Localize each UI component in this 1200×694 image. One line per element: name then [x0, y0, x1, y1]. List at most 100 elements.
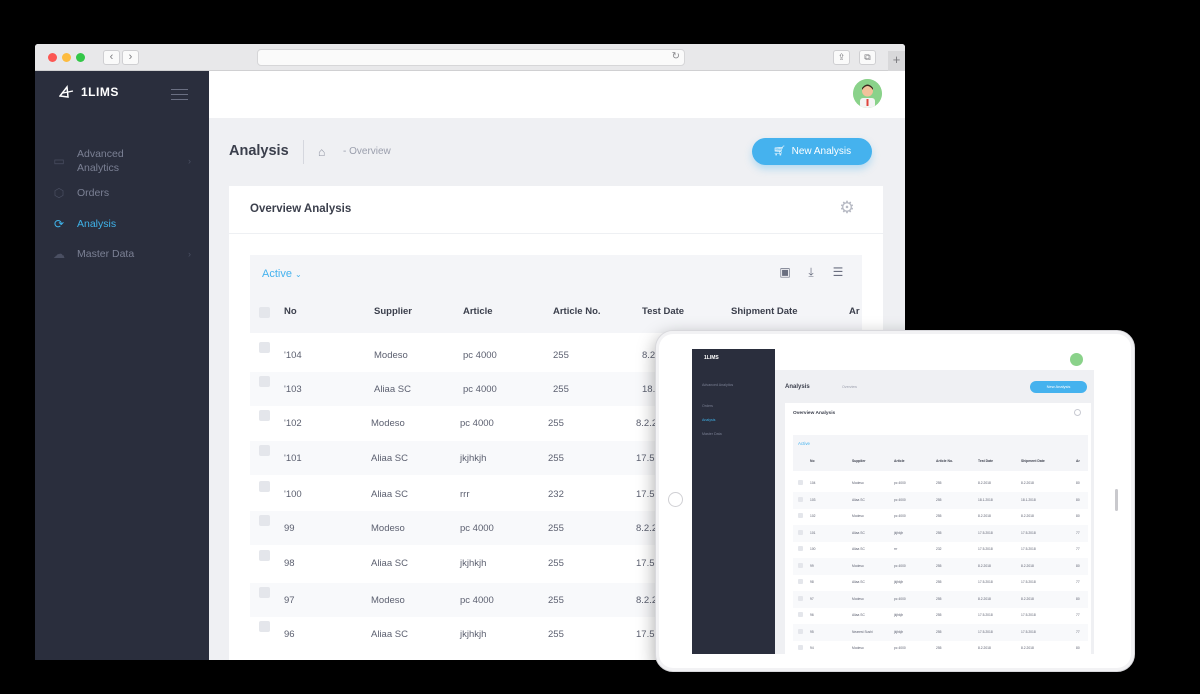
tablet-filter-dropdown[interactable]: Active — [798, 441, 810, 446]
table-row[interactable]: 95 Nearest Sushi jkjhkjh 255 17.5.2018 17.5.2… — [793, 623, 1088, 641]
row-checkbox[interactable] — [259, 481, 270, 492]
table-row[interactable]: 104 Modeso pc 4000 255 8.2.2018 8.2.2018 80 — [793, 475, 1088, 492]
tablet-sidebar-item[interactable]: Master Data — [702, 432, 722, 436]
table-cell: Modeso — [374, 350, 408, 361]
column-header[interactable]: Ar — [849, 306, 860, 317]
app-logo[interactable]: 1LIMS — [59, 85, 119, 99]
tablet-home-button[interactable] — [668, 492, 683, 507]
tablet-top-bar — [775, 349, 1094, 370]
table-row[interactable]: 102 Modeso pc 4000 255 8.2.2018 8.2.2018 80 — [793, 508, 1088, 525]
gear-icon[interactable] — [1074, 409, 1081, 416]
reload-icon[interactable]: ↻ — [672, 51, 680, 62]
row-checkbox[interactable] — [798, 529, 803, 535]
table-cell: pc 4000 — [894, 563, 906, 568]
row-checkbox[interactable] — [798, 562, 803, 568]
table-row[interactable]: 100 Aliaa SC rrr 232 17.5.2018 17.5.2018 77 — [793, 541, 1088, 558]
maximize-window-button[interactable] — [76, 53, 85, 62]
row-checkbox[interactable] — [798, 546, 803, 551]
row-checkbox[interactable] — [259, 621, 270, 632]
row-checkbox[interactable] — [259, 342, 270, 353]
tablet-sidebar-item[interactable]: Orders — [702, 404, 713, 408]
row-checkbox[interactable] — [798, 480, 803, 485]
avatar[interactable] — [1070, 353, 1083, 366]
table-cell: pc 4000 — [894, 646, 906, 650]
column-header[interactable]: Article No. — [936, 459, 953, 463]
row-checkbox[interactable] — [259, 550, 270, 561]
table-cell: Aliaa SC — [371, 453, 408, 464]
table-row[interactable]: 103 Aliaa SC pc 4000 255 18.1.2018 18.1.2018 8… — [793, 491, 1088, 509]
menu-toggle-icon[interactable] — [171, 89, 188, 104]
tabs-icon[interactable]: ⧉ — [859, 50, 876, 65]
filter-dropdown[interactable]: Active ⌄ — [262, 268, 302, 280]
table-cell: Aliaa SC — [371, 558, 408, 569]
table-cell: 17.5.2018 — [978, 629, 993, 634]
column-header[interactable]: Test Date — [642, 306, 684, 317]
browser-toolbar: ‹ › ↻ ⇪ ⧉ + — [35, 44, 905, 71]
column-header[interactable]: Supplier — [374, 306, 412, 317]
column-header[interactable]: No — [810, 459, 815, 463]
tablet-side-button — [1115, 489, 1118, 511]
table-cell: pc 4000 — [463, 350, 497, 361]
table-cell: 8.2.2 — [636, 595, 658, 606]
sidebar-item-master-data[interactable]: ☁ Master Data › — [51, 246, 191, 262]
row-checkbox[interactable] — [798, 628, 803, 634]
sidebar-item-orders[interactable]: ⬡ Orders — [51, 185, 191, 201]
new-tab-button[interactable]: + — [888, 51, 905, 71]
row-checkbox[interactable] — [259, 410, 270, 421]
column-header[interactable]: Test Date — [978, 459, 993, 463]
table-cell: 104 — [810, 481, 816, 485]
column-header[interactable]: Shipment Date — [1021, 459, 1045, 463]
row-checkbox[interactable] — [798, 612, 803, 617]
row-checkbox[interactable] — [798, 645, 803, 650]
table-row[interactable]: 96 Aliaa SC jkjhkjh 255 17.5.2018 17.5.2018 77 — [793, 607, 1088, 624]
column-header[interactable]: Article — [463, 306, 493, 317]
tablet-new-analysis-button[interactable]: New Analysis — [1030, 381, 1087, 393]
download-icon[interactable]: ⤓ — [803, 265, 819, 280]
table-row[interactable]: 101 Aliaa SC jkjhkjh 255 17.5.2018 17.5.2018 7… — [793, 524, 1088, 542]
minimize-window-button[interactable] — [62, 53, 71, 62]
column-header[interactable]: Supplier — [852, 459, 866, 463]
column-header[interactable]: Ar — [1076, 459, 1080, 463]
filter-settings-icon[interactable]: ☰ — [830, 265, 846, 279]
back-button[interactable]: ‹ — [103, 50, 120, 65]
gear-icon[interactable]: ⚙ — [837, 198, 857, 218]
column-header[interactable]: Article No. — [553, 306, 601, 317]
sidebar-item-advanced-analytics[interactable]: ▭ Advanced Analytics › — [51, 147, 191, 175]
address-bar[interactable]: ↻ — [257, 49, 685, 66]
table-row[interactable]: 99 Modeso pc 4000 255 8.2.2018 8.2.2018 80 — [793, 557, 1088, 575]
table-cell: 97 — [284, 595, 295, 606]
row-checkbox[interactable] — [259, 515, 270, 526]
sidebar-item-label: Analysis — [77, 218, 117, 230]
home-icon[interactable]: ⌂ — [318, 145, 325, 159]
table-row[interactable]: 94 Modeso pc 4000 255 8.2.2018 8.2.2018 80 — [793, 640, 1088, 654]
row-checkbox[interactable] — [798, 579, 803, 584]
close-window-button[interactable] — [48, 53, 57, 62]
column-header[interactable]: Shipment Date — [731, 306, 798, 317]
table-cell: jkjhkjh — [460, 558, 487, 569]
row-checkbox[interactable] — [259, 376, 270, 387]
row-checkbox[interactable] — [798, 595, 803, 601]
row-checkbox[interactable] — [259, 445, 270, 456]
row-checkbox[interactable] — [798, 496, 803, 502]
table-cell: Nearest Sushi — [852, 629, 873, 634]
forward-button[interactable]: › — [122, 50, 139, 65]
sidebar-item-analysis[interactable]: ⟳ Analysis — [51, 216, 191, 232]
table-cell: 77 — [1076, 629, 1080, 634]
share-icon[interactable]: ⇪ — [833, 50, 850, 65]
column-header[interactable]: No — [284, 306, 297, 317]
archive-icon[interactable]: ▣ — [777, 265, 793, 279]
row-checkbox[interactable] — [259, 587, 270, 598]
column-header[interactable]: Article — [894, 459, 905, 463]
table-cell: '100 — [284, 489, 302, 500]
tablet-sidebar-item[interactable]: Advanced Analytics — [702, 383, 742, 387]
table-cell: 80 — [1076, 596, 1080, 601]
table-row[interactable]: 98 Aliaa SC jkjhkjh 255 17.5.2018 17.5.2018 77 — [793, 574, 1088, 591]
avatar[interactable] — [853, 79, 882, 108]
tablet-sidebar-item[interactable]: Analysis — [702, 418, 715, 422]
breadcrumb[interactable]: - Overview — [343, 146, 391, 157]
table-row[interactable]: 97 Modeso pc 4000 255 8.2.2018 8.2.2018 80 — [793, 590, 1088, 608]
row-checkbox[interactable] — [798, 513, 803, 518]
new-analysis-button[interactable]: 🛒︎ New Analysis — [752, 138, 872, 165]
tablet-breadcrumb[interactable]: Overview — [842, 385, 857, 389]
select-all-checkbox[interactable] — [259, 307, 270, 318]
